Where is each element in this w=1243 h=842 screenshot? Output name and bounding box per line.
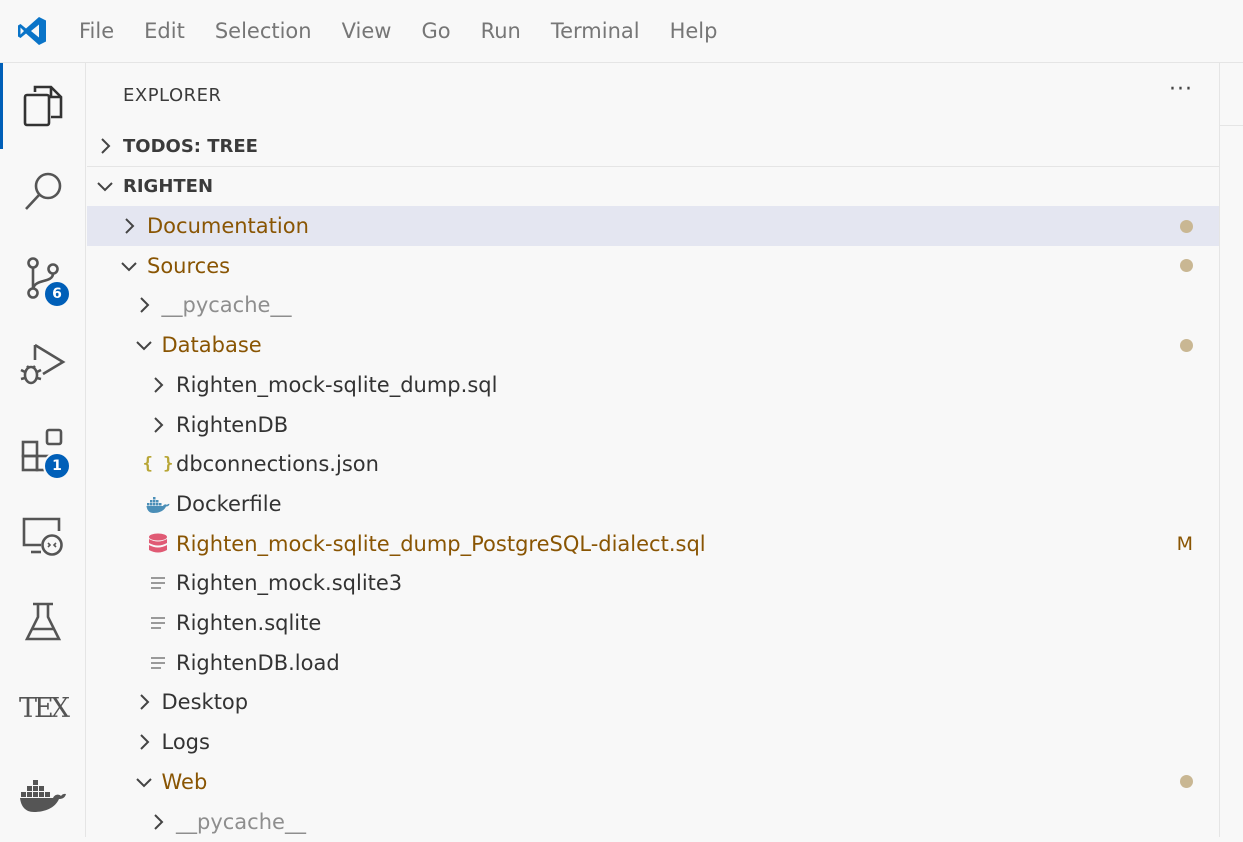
- tree-item-label: Documentation: [147, 214, 309, 238]
- section-todos-tree[interactable]: TODOS: TREE: [87, 126, 1219, 166]
- docker-icon[interactable]: [0, 751, 86, 837]
- editor-tabs-border: [1219, 125, 1243, 126]
- tree-item-label: __pycache__: [161, 293, 292, 318]
- git-status-badge: M: [1176, 532, 1193, 555]
- menu-terminal[interactable]: Terminal: [536, 0, 655, 63]
- remote-explorer-icon[interactable]: [0, 493, 86, 579]
- testing-icon[interactable]: [0, 579, 86, 665]
- menu-run[interactable]: Run: [466, 0, 536, 63]
- chevron-down-icon[interactable]: [126, 776, 162, 788]
- tree-folder-row[interactable]: Sources: [87, 246, 1219, 286]
- source-control-icon[interactable]: 6: [0, 235, 86, 321]
- chevron-right-icon[interactable]: [126, 733, 162, 751]
- tree-folder-row[interactable]: RightenDB: [87, 405, 1219, 445]
- tree-item-label: Righten_mock-sqlite_dump.sql: [176, 372, 498, 397]
- tree-item-label: Logs: [161, 730, 210, 755]
- tree-item-label: Righten_mock.sqlite3: [176, 571, 403, 596]
- menu-go[interactable]: Go: [406, 0, 465, 63]
- tree-item-label: Desktop: [161, 690, 249, 715]
- modified-dot-icon: [1180, 775, 1193, 789]
- scm-badge: 6: [43, 280, 71, 308]
- editor-area-edge: [1219, 63, 1243, 837]
- tree-item-label: __pycache__: [176, 809, 306, 834]
- tex-icon[interactable]: TEX: [0, 665, 86, 751]
- docker-file-icon: [140, 494, 176, 514]
- menu-edit[interactable]: Edit: [129, 0, 200, 63]
- chevron-down-icon[interactable]: [126, 339, 162, 351]
- tree-folder-row[interactable]: Righten_mock-sqlite_dump.sql: [87, 365, 1219, 405]
- explorer-icon[interactable]: [0, 63, 86, 149]
- tree-file-row[interactable]: Righten_mock-sqlite_dump_PostgreSQL-dial…: [87, 524, 1219, 564]
- menu-help[interactable]: Help: [655, 0, 733, 63]
- json-icon: { }: [142, 454, 174, 475]
- chevron-right-icon: [87, 137, 123, 155]
- activity-bar: 6 1 TEX: [0, 63, 86, 837]
- more-actions-button[interactable]: ···: [1169, 77, 1193, 102]
- section-righten[interactable]: RIGHTEN: [87, 166, 1219, 206]
- chevron-down-icon[interactable]: [111, 260, 147, 272]
- database-file-icon: [140, 533, 176, 555]
- tree-item-label: Database: [161, 333, 262, 358]
- tree-file-row[interactable]: Righten.sqlite: [87, 603, 1219, 643]
- tree-file-row[interactable]: Dockerfile: [87, 484, 1219, 524]
- search-icon[interactable]: [0, 149, 86, 235]
- chevron-right-icon[interactable]: [140, 813, 176, 831]
- tree-folder-row[interactable]: Documentation: [87, 206, 1219, 246]
- tree-item-label: dbconnections.json: [176, 452, 379, 477]
- modified-dot-icon: [1180, 259, 1193, 273]
- tree-item-label: Righten.sqlite: [176, 611, 322, 635]
- tree-item-label: RightenDB.load: [176, 650, 340, 675]
- tree-folder-row[interactable]: Desktop: [87, 682, 1219, 722]
- section-title: TODOS: TREE: [123, 135, 258, 157]
- chevron-right-icon[interactable]: [126, 693, 162, 711]
- tree-item-label: Dockerfile: [176, 491, 282, 516]
- menu-file[interactable]: File: [64, 0, 129, 63]
- sidebar-title: EXPLORER: [123, 85, 222, 106]
- run-debug-icon[interactable]: [0, 321, 86, 407]
- section-title: RIGHTEN: [123, 175, 214, 197]
- tree-folder-row[interactable]: __pycache__: [87, 285, 1219, 325]
- chevron-down-icon: [87, 180, 123, 192]
- chevron-right-icon[interactable]: [126, 296, 162, 314]
- menu-bar: File Edit Selection View Go Run Terminal Help: [0, 0, 1243, 63]
- menu-items: File Edit Selection View Go Run Terminal Help: [64, 0, 732, 63]
- extensions-badge: 1: [43, 452, 71, 480]
- menu-selection[interactable]: Selection: [200, 0, 327, 63]
- tree-item-label: Web: [161, 769, 208, 794]
- modified-dot-icon: [1180, 338, 1193, 352]
- tree-file-row[interactable]: Righten_mock.sqlite3: [87, 563, 1219, 603]
- tree-file-row[interactable]: { } dbconnections.json: [87, 444, 1219, 484]
- tree-folder-row[interactable]: __pycache__: [87, 802, 1219, 842]
- tree-item-label: RightenDB: [176, 412, 289, 437]
- tree-folder-row[interactable]: Web: [87, 762, 1219, 802]
- tree-folder-row[interactable]: Database: [87, 325, 1219, 365]
- modified-dot-icon: [1180, 219, 1193, 233]
- text-file-icon: [140, 576, 176, 590]
- vscode-logo-icon[interactable]: [0, 0, 64, 63]
- text-file-icon: [140, 656, 176, 670]
- tree-folder-row[interactable]: Logs: [87, 722, 1219, 762]
- extensions-icon[interactable]: [0, 407, 86, 493]
- chevron-right-icon[interactable]: [140, 376, 176, 394]
- tree-file-row[interactable]: RightenDB.load: [87, 643, 1219, 683]
- menu-view[interactable]: View: [327, 0, 407, 63]
- explorer-sidebar: EXPLORER ··· TODOS: TREE RIGHTEN Documen…: [87, 63, 1219, 837]
- chevron-right-icon[interactable]: [111, 217, 147, 235]
- text-file-icon: [140, 616, 176, 630]
- tree-item-label: Sources: [147, 253, 231, 278]
- chevron-right-icon[interactable]: [140, 416, 176, 434]
- tree-item-label: Righten_mock-sqlite_dump_PostgreSQL-dial…: [176, 531, 706, 556]
